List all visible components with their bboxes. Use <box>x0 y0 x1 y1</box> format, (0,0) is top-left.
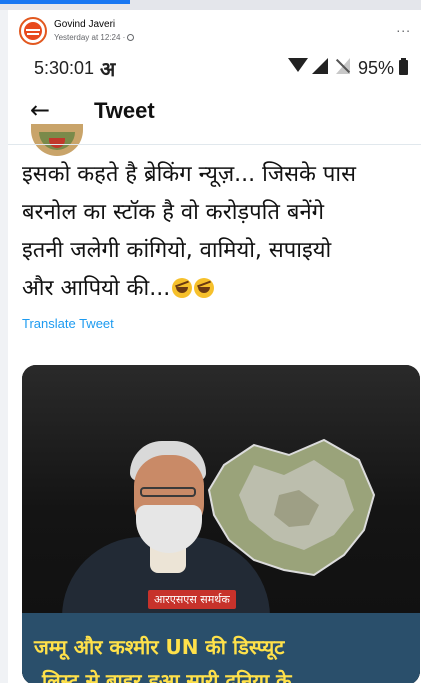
status-icons: 95% <box>288 58 408 78</box>
status-time: 5:30:01 <box>34 58 95 78</box>
person-glasses <box>140 487 196 497</box>
author-avatar[interactable] <box>19 17 47 45</box>
author-name[interactable]: Govind Javeri <box>54 19 115 30</box>
laughing-emoji-icon <box>194 278 215 298</box>
post-header: Govind Javeri Yesterday at 12:24 · ... <box>8 10 421 48</box>
avatar-logo-stripe <box>26 29 40 31</box>
status-bar: 5:30:01 अ 95% <box>8 48 421 84</box>
cell-signal-icon <box>312 58 328 74</box>
battery-percent: 95% <box>358 58 395 78</box>
tweet-media-image[interactable]: आरएसएस समर्थक जम्मू और कश्मीर UN की डिस्… <box>22 365 420 683</box>
battery-icon <box>399 60 408 75</box>
globe-icon <box>127 34 135 41</box>
wifi-icon <box>288 58 308 72</box>
post-timestamp[interactable]: Yesterday at 12:24 · <box>54 33 135 42</box>
carrier-logo-icon: अ <box>100 59 116 81</box>
page-title: Tweet <box>94 98 155 123</box>
tweet-line: बरनोल का स्टॉक है वो करोड़पति बनेंगे <box>22 200 325 225</box>
source-badge: आरएसएस समर्थक <box>148 590 236 609</box>
header-divider <box>8 144 421 145</box>
facebook-post-screenshot: Govind Javeri Yesterday at 12:24 · ... 5… <box>0 0 421 683</box>
phone-screenshot[interactable]: 5:30:01 अ 95% ← Tweet इसको कहते है ब्रेक… <box>8 48 421 683</box>
active-tab-indicator <box>0 0 130 4</box>
tweet-line-last: और आपियो की... <box>22 270 417 308</box>
avatar-logo-icon <box>24 22 42 40</box>
tweet-text: इसको कहते है ब्रेकिंग न्यूज़... जिसके पास… <box>22 156 417 308</box>
tweet-author-avatar[interactable] <box>31 124 83 156</box>
banner-line-1: जम्मू और कश्मीर UN की डिस्प्यूट <box>34 635 285 659</box>
banner-line-2: लिस्ट से बाहर हुआ सारी दुनिया के <box>42 669 292 683</box>
laughing-emoji-icon <box>172 278 193 298</box>
translate-tweet-link[interactable]: Translate Tweet <box>22 316 114 331</box>
facebook-top-strip <box>0 0 421 10</box>
tweet-line: इसको कहते है ब्रेकिंग न्यूज़... जिसके पास <box>22 162 356 187</box>
tweet-line: और आपियो की... <box>22 276 171 301</box>
back-arrow-icon[interactable]: ← <box>30 96 50 124</box>
tweet-line: इतनी जलेगी कांगियो, वामियो, सपाइयो <box>22 238 332 263</box>
avatar-logo-stripe <box>27 33 39 35</box>
post-timestamp-text[interactable]: Yesterday at 12:24 · <box>54 33 125 42</box>
more-options-button[interactable]: ... <box>396 19 411 35</box>
